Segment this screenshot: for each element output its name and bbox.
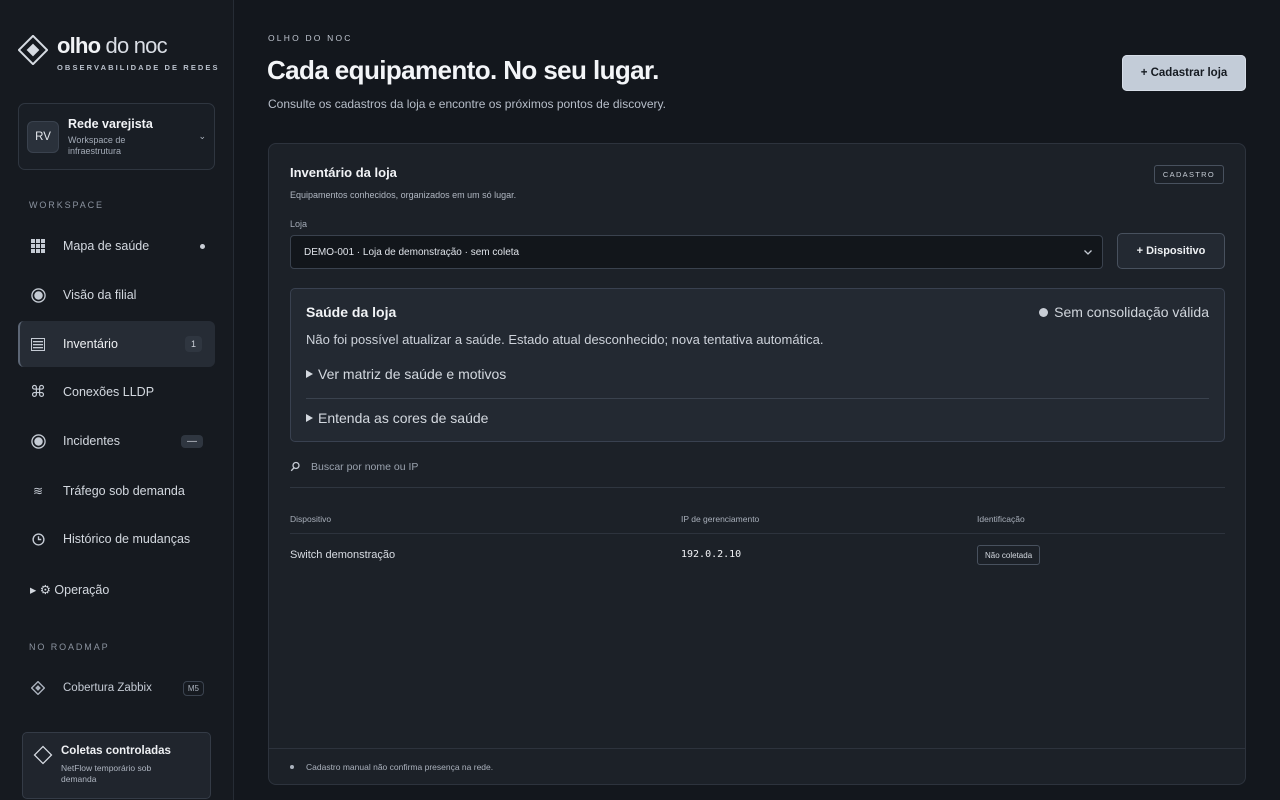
- workspace-switcher[interactable]: RV Rede varejista Workspace de infraestr…: [18, 103, 215, 170]
- count-badge: —: [181, 434, 203, 448]
- search-icon: [290, 461, 300, 472]
- store-health-card: Saúde da loja Sem consolidação válida Nã…: [290, 288, 1225, 442]
- brand-diamond-logo-icon: [18, 35, 48, 65]
- store-field-label: Loja: [290, 219, 308, 229]
- device-name-cell: Switch demonstração: [290, 549, 396, 561]
- table-header-row: Dispositivo IP de gerenciamento Identifi…: [290, 506, 1225, 534]
- disclosure-triangle-icon: [306, 414, 313, 422]
- store-select-value: DEMO-001 · Loja de demonstração · sem co…: [304, 246, 520, 258]
- bullet-icon: [290, 764, 294, 769]
- disclosure-label: Ver matriz de saúde e motivos: [318, 366, 507, 382]
- search-input[interactable]: [311, 460, 711, 473]
- workspace-avatar: RV: [27, 120, 59, 153]
- collect-card-subtitle: NetFlow temporário sob demanda: [61, 763, 152, 784]
- sidebar-item-label: Inventário: [63, 337, 118, 351]
- sidebar-item-visao-da-filial[interactable]: Visão da filial: [18, 272, 215, 318]
- target-icon: [30, 433, 46, 449]
- sidebar-item-label: Incidentes: [63, 434, 120, 448]
- sidebar: olho do noc OBSERVABILIDADE DE REDES RV …: [0, 0, 234, 800]
- sidebar-item-label: Conexões LLDP: [63, 385, 155, 399]
- count-badge: 1: [184, 336, 202, 352]
- app: olho do noc OBSERVABILIDADE DE REDES RV …: [0, 0, 1280, 800]
- target-icon: [30, 287, 46, 303]
- column-header-ip[interactable]: IP de gerenciamento: [681, 514, 759, 524]
- footer-note: Cadastro manual não confirma presença na…: [306, 761, 494, 772]
- clock-icon: [30, 531, 46, 547]
- devices-table: Dispositivo IP de gerenciamento Identifi…: [290, 506, 1225, 578]
- status-dot: [200, 243, 205, 249]
- panel-title: Inventário da loja: [290, 165, 397, 180]
- table-row[interactable]: Switch demonstração 192.0.2.10 Não colet…: [290, 534, 1225, 578]
- cadastro-tag: CADASTRO: [1153, 165, 1224, 184]
- sidebar-item-historico-de-mudancas[interactable]: Histórico de mudanças: [18, 516, 215, 562]
- sidebar-item-cobertura-zabbix[interactable]: Cobertura Zabbix M5: [18, 665, 215, 711]
- brand-name: olho do noc: [57, 33, 168, 58]
- sidebar-item-label: Tráfego sob demanda: [63, 484, 185, 498]
- sidebar-item-trafego-sob-demanda[interactable]: ≋ Tráfego sob demanda: [18, 468, 215, 514]
- disclosure-label: Entenda as cores de saúde: [318, 410, 489, 426]
- identification-badge: Não coletada: [977, 545, 1041, 565]
- command-icon: ⌘: [30, 384, 46, 401]
- diamond-outline-icon: [33, 745, 53, 765]
- page-title: Cada equipamento. No seu lugar.: [267, 55, 659, 85]
- search-bar: [290, 460, 1225, 488]
- sidebar-item-label: Histórico de mudanças: [63, 532, 191, 546]
- brand-tagline: OBSERVABILIDADE DE REDES: [57, 63, 220, 72]
- health-message: Não foi possível atualizar a saúde. Esta…: [306, 332, 824, 347]
- main-content: OLHO DO NOC Cada equipamento. No seu lug…: [234, 0, 1280, 800]
- panel-footer: Cadastro manual não confirma presença na…: [269, 748, 1245, 784]
- sidebar-item-inventario[interactable]: Inventário 1: [18, 321, 215, 367]
- add-store-button[interactable]: + Cadastrar loja: [1122, 55, 1246, 91]
- health-status: Sem consolidação válida: [1039, 304, 1209, 320]
- page-subtitle: Consulte os cadastros da loja e encontre…: [268, 97, 666, 111]
- collect-card[interactable]: Coletas controladas NetFlow temporário s…: [22, 732, 211, 799]
- health-status-label: Sem consolidação válida: [1054, 304, 1209, 320]
- brand[interactable]: olho do noc OBSERVABILIDADE DE REDES: [18, 34, 220, 72]
- diamond-icon: [30, 680, 46, 696]
- health-title: Saúde da loja: [306, 304, 397, 320]
- wave-icon: ≋: [32, 484, 44, 498]
- milestone-badge: M5: [182, 680, 204, 696]
- list-icon: [30, 336, 46, 352]
- collect-card-title: Coletas controladas: [61, 745, 171, 757]
- status-dot: [1039, 307, 1049, 317]
- sidebar-operation-toggle[interactable]: ▸ ⚙ Operação: [30, 582, 109, 597]
- panel-subtitle: Equipamentos conhecidos, organizados em …: [290, 190, 517, 200]
- add-device-button[interactable]: + Dispositivo: [1117, 233, 1225, 269]
- sidebar-item-incidentes[interactable]: Incidentes —: [18, 418, 215, 464]
- grid-icon: [30, 238, 46, 254]
- sidebar-item-label: Visão da filial: [63, 288, 137, 302]
- workspace-subtitle: Workspace de infraestrutura: [68, 135, 126, 156]
- sidebar-item-conexoes-lldp[interactable]: ⌘ Conexões LLDP: [18, 369, 215, 415]
- chevron-down-icon: [1084, 250, 1092, 255]
- workspace-title: Rede varejista: [68, 117, 153, 131]
- column-header-device[interactable]: Dispositivo: [290, 514, 331, 524]
- health-matrix-toggle[interactable]: Ver matriz de saúde e motivos: [306, 366, 506, 382]
- store-select[interactable]: DEMO-001 · Loja de demonstração · sem co…: [290, 235, 1103, 269]
- chevron-down-icon: ⌄: [198, 131, 206, 141]
- divider: [306, 398, 1209, 399]
- sidebar-item-mapa-de-saude[interactable]: Mapa de saúde: [18, 223, 215, 269]
- column-header-identification[interactable]: Identificação: [977, 514, 1025, 524]
- disclosure-triangle-icon: [306, 370, 313, 378]
- health-colors-toggle[interactable]: Entenda as cores de saúde: [306, 410, 488, 426]
- sidebar-item-label: Cobertura Zabbix: [63, 682, 152, 694]
- sidebar-item-label: Mapa de saúde: [63, 239, 150, 253]
- page-eyebrow: OLHO DO NOC: [268, 33, 353, 43]
- section-label-workspace: WORKSPACE: [29, 200, 104, 210]
- inventory-panel: Inventário da loja Equipamentos conhecid…: [268, 143, 1246, 785]
- section-label-roadmap: NO ROADMAP: [29, 642, 110, 652]
- ip-cell: 192.0.2.10: [681, 549, 742, 560]
